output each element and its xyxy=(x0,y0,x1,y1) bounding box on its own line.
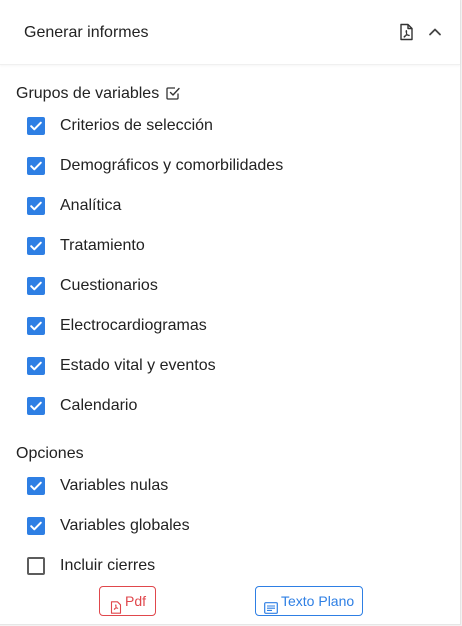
group-item-row[interactable]: Estado vital y eventos xyxy=(24,352,444,380)
group-item-label: Cuestionarios xyxy=(60,277,158,294)
group-item-row[interactable]: Cuestionarios xyxy=(24,272,444,300)
checkbox-unchecked[interactable] xyxy=(27,557,45,575)
option-item-row[interactable]: Incluir cierres xyxy=(24,552,444,580)
checkbox-checked[interactable] xyxy=(27,237,45,255)
group-item-label: Calendario xyxy=(60,397,138,414)
check-square-icon[interactable] xyxy=(164,84,182,102)
checkbox-checked[interactable] xyxy=(27,277,45,295)
option-item-label: Variables globales xyxy=(60,517,190,534)
checkbox-checked[interactable] xyxy=(27,317,45,335)
group-item-row[interactable]: Analítica xyxy=(24,192,444,220)
plain-text-button[interactable]: Texto Plano xyxy=(255,586,363,616)
group-item-row[interactable]: Electrocardiogramas xyxy=(24,312,444,340)
group-item-label: Electrocardiogramas xyxy=(60,317,207,334)
chevron-up-icon[interactable] xyxy=(425,22,445,42)
option-item-row[interactable]: Variables nulas xyxy=(24,472,444,500)
group-item-row[interactable]: Calendario xyxy=(24,392,444,420)
group-item-label: Analítica xyxy=(60,197,122,214)
checkbox-checked[interactable] xyxy=(27,157,45,175)
pdf-button[interactable]: Pdf xyxy=(99,586,156,616)
checkbox-checked[interactable] xyxy=(27,517,45,535)
panel-title: Generar informes xyxy=(24,24,149,41)
pdf-button-label: Pdf xyxy=(125,593,147,609)
group-item-label: Estado vital y eventos xyxy=(60,357,216,374)
group-item-row[interactable]: Tratamiento xyxy=(24,232,444,260)
pdf-file-icon[interactable] xyxy=(396,22,416,42)
option-item-row[interactable]: Variables globales xyxy=(24,512,444,540)
checkbox-checked[interactable] xyxy=(27,197,45,215)
text-document-icon xyxy=(264,595,278,623)
report-panel: Generar informes Grupos de variables Cri… xyxy=(0,0,461,625)
plain-text-button-label: Texto Plano xyxy=(281,593,355,609)
checkbox-checked[interactable] xyxy=(27,477,45,495)
group-item-label: Tratamiento xyxy=(60,237,145,254)
checkbox-checked[interactable] xyxy=(27,357,45,375)
option-item-label: Incluir cierres xyxy=(60,557,156,574)
group-item-label: Criterios de selección xyxy=(60,117,213,134)
option-item-label: Variables nulas xyxy=(60,477,169,494)
checkbox-checked[interactable] xyxy=(27,117,45,135)
group-item-row[interactable]: Demográficos y comorbilidades xyxy=(24,152,444,180)
pdf-icon xyxy=(110,595,122,623)
group-item-row[interactable]: Criterios de selección xyxy=(24,112,444,140)
group-item-label: Demográficos y comorbilidades xyxy=(60,157,284,174)
groups-title: Grupos de variables xyxy=(16,85,160,102)
checkbox-checked[interactable] xyxy=(27,397,45,415)
panel-header[interactable]: Generar informes xyxy=(0,0,460,65)
options-title: Opciones xyxy=(16,445,84,462)
